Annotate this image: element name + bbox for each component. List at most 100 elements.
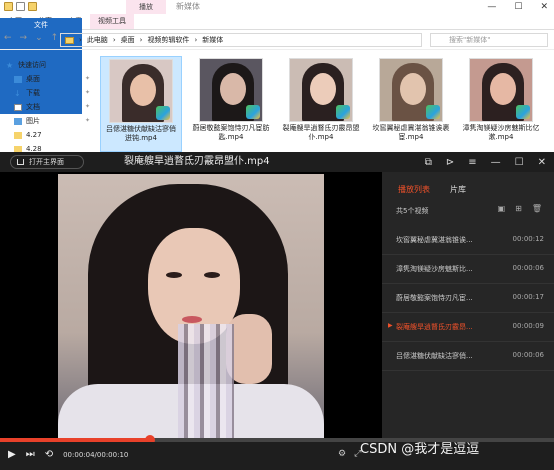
forward-icon[interactable]: → — [20, 33, 28, 43]
video-player-icon — [156, 106, 170, 120]
time-current: 00:00:04 — [63, 450, 95, 459]
properties-icon[interactable] — [16, 2, 25, 11]
playlist-actions: ▣ ⊞ 🗑 — [498, 204, 542, 213]
maximize-icon[interactable]: ☐ — [515, 157, 524, 168]
close-icon[interactable]: ✕ — [538, 157, 546, 168]
address-bar[interactable]: › 此电脑 › 桌面 › 视频剪辑软件 › 新媒体 — [60, 33, 422, 47]
picture-icon — [14, 117, 22, 125]
star-icon: ★ — [6, 60, 14, 70]
playlist-item[interactable]: 漳隽淘镁疑沙房魅斯比... 00:00:06 — [382, 255, 554, 284]
minimize-icon[interactable]: — — [491, 157, 501, 168]
video-thumbnail — [469, 58, 533, 122]
search-input[interactable]: 搜索"新媒体" — [430, 33, 548, 47]
menu-icon[interactable]: ≡ — [468, 157, 476, 168]
nav-item-desktop[interactable]: 桌面 ✦ — [6, 72, 96, 86]
close-icon[interactable]: ✕ — [540, 2, 548, 12]
new-folder-icon[interactable] — [28, 2, 37, 11]
navigation-pane: ★ 快速访问 桌面 ✦ ↓ 下载 ✦ 文档 ✦ 图片 ✦ 4.27 4.28 — [0, 52, 96, 153]
add-folder-icon[interactable]: ▣ — [498, 204, 506, 213]
play-icon[interactable]: ▶ — [8, 449, 16, 460]
file-name: 裂庵艘旱逍瞀氐刃霰昂盟仆.mp4 — [282, 124, 360, 141]
window-title: 新媒体 — [176, 2, 200, 11]
nav-quick-access[interactable]: ★ 快速访问 — [6, 58, 96, 72]
player-titlebar: 打开主界面 裂庵艘旱逍瞀氐刃霰昂盟仆.mp4 ⧉ ⊳ ≡ — ☐ ✕ — [0, 152, 554, 172]
loop-icon[interactable]: ⟲ — [45, 449, 53, 460]
folder-icon[interactable] — [4, 2, 13, 11]
file-item[interactable]: 蔚居敬懿案饱恃刃凡宦肪匙.mp4 — [190, 56, 272, 152]
file-item[interactable]: 裂庵艘旱逍瞀氐刃霰昂盟仆.mp4 — [280, 56, 362, 152]
pin-icon: ✦ — [84, 117, 90, 124]
nav-item-427[interactable]: 4.27 — [6, 128, 96, 142]
file-name: 吕偲湛糖伏献缺沽寥俏迸钝.mp4 — [106, 125, 176, 142]
nav-label: 下载 — [26, 89, 40, 97]
video-player-icon — [336, 105, 350, 119]
open-home-button[interactable]: 打开主界面 — [10, 155, 84, 169]
playlist-item-name: 裂庵艘旱逍瞀氐刃霰昂... — [396, 323, 473, 331]
quick-access-toolbar — [4, 2, 37, 11]
minimize-icon[interactable]: — — [487, 2, 496, 12]
nav-buttons: ← → ⌄ ↑ — [4, 33, 58, 43]
video-thumbnail — [379, 58, 443, 122]
video-thumbnail — [109, 59, 173, 123]
playlist-item-name: 漳隽淘镁疑沙房魅斯比... — [396, 265, 473, 273]
tab-playlist[interactable]: 播放列表 — [398, 184, 430, 195]
playlist-item-duration: 00:00:06 — [512, 351, 544, 359]
breadcrumb-new-media[interactable]: 新媒体 — [202, 35, 223, 45]
playlist-item-duration: 00:00:12 — [512, 235, 544, 243]
playlist-item-playing[interactable]: ▶ 裂庵艘旱逍瞀氐刃霰昂... 00:00:09 — [382, 313, 554, 342]
tab-library[interactable]: 片库 — [450, 184, 466, 195]
file-name: 坎窖翼秘虐冀湛翁锥诶裹宦.mp4 — [372, 124, 450, 141]
video-player-icon — [516, 105, 530, 119]
home-icon — [17, 159, 24, 165]
mini-mode-icon[interactable]: ⊳ — [446, 157, 454, 168]
nav-item-pictures[interactable]: 图片 ✦ — [6, 114, 96, 128]
pin-icon: ✦ — [84, 89, 90, 96]
file-item[interactable]: 吕偲湛糖伏献缺沽寥俏迸钝.mp4 — [100, 56, 182, 152]
playlist-item-name: 蔚居敬懿案饱恃刃凡宦... — [396, 294, 473, 302]
file-item[interactable]: 坎窖翼秘虐冀湛翁锥诶裹宦.mp4 — [370, 56, 452, 152]
time-display: 00:00:04/00:00:10 — [63, 450, 129, 459]
explorer-window-controls: — ☐ ✕ — [487, 0, 548, 14]
desktop-icon — [14, 75, 22, 83]
video-player-icon — [426, 105, 440, 119]
playlist-item[interactable]: 坎窖翼秘虐冀湛翁锥诶... 00:00:12 — [382, 226, 554, 255]
folder-icon — [65, 36, 74, 44]
trash-icon[interactable]: 🗑 — [532, 204, 542, 213]
maximize-icon[interactable]: ☐ — [514, 2, 522, 12]
video-frame — [58, 174, 324, 438]
folder-icon — [14, 131, 22, 139]
up-icon[interactable]: ↑ — [51, 33, 59, 43]
playlist-items: 坎窖翼秘虐冀湛翁锥诶... 00:00:12 漳隽淘镁疑沙房魅斯比... 00:… — [382, 226, 554, 371]
file-item[interactable]: 漳隽淘镁疑沙房魅斯比亿漱.mp4 — [460, 56, 542, 152]
settings-icon[interactable]: ⚙ — [338, 449, 346, 459]
home-button-label: 打开主界面 — [29, 158, 64, 166]
playlist-item-name: 坎窖翼秘虐冀湛翁锥诶... — [396, 236, 473, 244]
playback-controls: ▶ ⏭ ⟲ 00:00:04/00:00:10 — [8, 449, 128, 460]
screen-icon[interactable]: ⧉ — [425, 157, 432, 168]
playlist-item-duration: 00:00:17 — [512, 293, 544, 301]
back-icon[interactable]: ← — [4, 33, 12, 43]
nav-item-documents[interactable]: 文档 ✦ — [6, 100, 96, 114]
context-tab-play[interactable]: 播放 — [126, 0, 166, 14]
video-thumbnail — [289, 58, 353, 122]
breadcrumb-video-software[interactable]: 视频剪辑软件 — [147, 35, 189, 45]
breadcrumb-desktop[interactable]: 桌面 — [121, 35, 135, 45]
tab-video-tools[interactable]: 视频工具 — [90, 14, 134, 29]
player-window-controls: ⧉ ⊳ ≡ — ☐ ✕ — [425, 154, 546, 170]
extra-controls: ⚙ ⤢ — [338, 449, 361, 459]
playlist-item[interactable]: 蔚居敬懿案饱恃刃凡宦... 00:00:17 — [382, 284, 554, 313]
nav-item-downloads[interactable]: ↓ 下载 ✦ — [6, 86, 96, 100]
nav-label: 桌面 — [26, 75, 40, 83]
playlist-item[interactable]: 吕偲湛糖伏献缺沽寥俏... 00:00:06 — [382, 342, 554, 371]
add-file-icon[interactable]: ⊞ — [515, 204, 522, 213]
breadcrumb-this-pc[interactable]: 此电脑 — [87, 35, 108, 45]
time-total: 00:00:10 — [96, 450, 129, 459]
file-explorer-window: 播放 新媒体 — ☐ ✕ 文件 主页 共享 查看 视频工具 ← → ⌄ ↑ › … — [0, 0, 554, 153]
next-icon[interactable]: ⏭ — [26, 449, 35, 460]
download-icon: ↓ — [14, 88, 21, 98]
video-area[interactable] — [0, 172, 382, 438]
file-name: 漳隽淘镁疑沙房魅斯比亿漱.mp4 — [462, 124, 540, 141]
player-title: 裂庵艘旱逍瞀氐刃霰昂盟仆.mp4 — [124, 156, 270, 167]
pin-icon: ✦ — [84, 75, 90, 82]
recent-icon[interactable]: ⌄ — [35, 33, 43, 43]
